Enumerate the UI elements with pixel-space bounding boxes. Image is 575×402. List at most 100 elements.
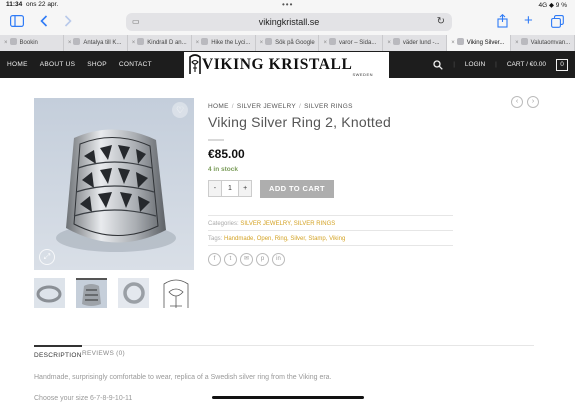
email-icon[interactable]: ✉: [240, 253, 253, 266]
favicon-icon: [137, 38, 145, 45]
thumbnail-3[interactable]: [118, 278, 149, 308]
browser-tab[interactable]: × Hike the Lyci...: [192, 35, 256, 51]
ios-status-bar: 11:34 ons 22 apr. ••• 4G ◆ 9 %: [0, 0, 575, 9]
browser-toolbar: ▭ vikingkristall.se ↻ +: [0, 9, 575, 35]
close-tab-icon[interactable]: ×: [515, 40, 519, 46]
tags-links[interactable]: Handmade, Open, Ring, Silver, Stamp, Vik…: [224, 236, 345, 242]
site-header: HOME ABOUT US SHOP CONTACT VIKING KRISTA…: [0, 51, 575, 78]
share-icon[interactable]: [497, 13, 508, 30]
product-nav: ‹ ›: [511, 96, 539, 108]
facebook-icon[interactable]: f: [208, 253, 221, 266]
multitasking-dots-icon[interactable]: •••: [282, 0, 293, 9]
close-tab-icon[interactable]: ×: [68, 40, 72, 46]
prev-product-icon[interactable]: ‹: [511, 96, 523, 108]
browser-tab-label: Hike the Lyci...: [211, 40, 251, 46]
wishlist-heart-icon[interactable]: ♡: [172, 102, 188, 118]
site-logo[interactable]: VIKING KRISTALL SWEDEN: [184, 52, 389, 78]
sidebar-toggle-icon[interactable]: [10, 15, 25, 29]
thumbnail-4[interactable]: [160, 278, 192, 308]
favicon-icon: [265, 38, 273, 45]
browser-tab-label: Sök på Google: [275, 40, 315, 46]
tab-description[interactable]: DESCRIPTION: [34, 345, 82, 359]
product-tags: Tags: Handmade, Open, Ring, Silver, Stam…: [208, 236, 345, 242]
favicon-icon: [392, 38, 400, 45]
url-text: vikingkristall.se: [258, 17, 320, 27]
browser-tabs: × Bookin × Antalya till K... × Kindrall D an.…: [0, 35, 575, 51]
menu-contact[interactable]: CONTACT: [119, 61, 152, 68]
quantity-stepper: - 1 +: [208, 180, 252, 197]
close-tab-icon[interactable]: ×: [4, 40, 8, 46]
ring-thumb-photo: [118, 278, 149, 308]
meta-divider-mid: [208, 230, 453, 231]
breadcrumb-silver-jewelry[interactable]: SILVER JEWELRY: [237, 103, 296, 110]
search-icon[interactable]: [433, 59, 443, 70]
menu-shop[interactable]: SHOP: [87, 61, 107, 68]
back-icon[interactable]: [40, 15, 48, 29]
quantity-plus-button[interactable]: +: [239, 181, 251, 196]
browser-tab[interactable]: × Antalya till K...: [64, 35, 128, 51]
tab-reviews[interactable]: REVIEWS (0): [82, 350, 125, 357]
close-tab-icon[interactable]: ×: [387, 40, 391, 46]
browser-tab[interactable]: × Valutaomvan...: [511, 35, 575, 51]
header-right: | LOGIN | CART / €0.00 0: [433, 51, 568, 78]
favicon-icon: [328, 38, 336, 45]
share-buttons: f t ✉ p in: [208, 253, 285, 266]
product-categories: Categories: SILVER JEWELRY, SILVER RINGS: [208, 221, 335, 227]
zoom-icon[interactable]: ⤢: [39, 249, 55, 265]
thumbnail-strip: [34, 278, 192, 308]
quantity-input[interactable]: 1: [220, 181, 240, 196]
favicon-icon: [9, 38, 17, 45]
browser-tab[interactable]: × Viking Silver...: [447, 35, 512, 51]
product-main-image[interactable]: ♡ ⤢: [34, 98, 194, 270]
browser-tab[interactable]: × Sök på Google: [256, 35, 320, 51]
browser-tab-label: Bookin: [19, 40, 38, 46]
ring-sketch-thumb: [163, 279, 189, 308]
title-divider: [208, 139, 224, 141]
close-tab-icon[interactable]: ×: [196, 40, 200, 46]
quantity-minus-button[interactable]: -: [209, 181, 221, 196]
breadcrumb-silver-rings[interactable]: SILVER RINGS: [304, 103, 353, 110]
close-tab-icon[interactable]: ×: [260, 40, 264, 46]
browser-tab[interactable]: × väder lund -...: [383, 35, 448, 51]
categories-label: Categories:: [208, 221, 239, 227]
meta-divider-top: [208, 215, 453, 216]
address-bar[interactable]: ▭ vikingkristall.se ↻: [126, 13, 452, 31]
linkedin-icon[interactable]: in: [272, 253, 285, 266]
add-to-cart-button[interactable]: ADD TO CART: [260, 180, 334, 198]
forward-icon[interactable]: [64, 15, 72, 29]
description-text: Handmade, surprisingly comfortable to we…: [34, 374, 332, 381]
browser-tab-label: Valutaomvan...: [530, 40, 571, 46]
home-indicator[interactable]: [212, 396, 364, 399]
next-product-icon[interactable]: ›: [527, 96, 539, 108]
new-tab-icon[interactable]: +: [524, 13, 533, 28]
main-menu: HOME ABOUT US SHOP CONTACT: [7, 51, 152, 78]
pinterest-icon[interactable]: p: [256, 253, 269, 266]
browser-tab[interactable]: × Kindrall D an...: [128, 35, 192, 51]
close-tab-icon[interactable]: ×: [132, 40, 136, 46]
login-link[interactable]: LOGIN: [465, 61, 485, 68]
thumbnail-2[interactable]: [76, 278, 107, 308]
meta-divider-bottom: [208, 245, 453, 246]
browser-tab-label: Viking Silver...: [466, 40, 505, 46]
favicon-icon: [520, 38, 528, 45]
cart-count-badge[interactable]: 0: [556, 58, 568, 71]
close-tab-icon[interactable]: ×: [323, 40, 327, 46]
browser-tab-label: varor – Sida...: [338, 40, 377, 46]
reload-icon[interactable]: ↻: [437, 13, 445, 31]
reader-icon[interactable]: ▭: [132, 13, 140, 31]
thumbnail-1[interactable]: [34, 278, 65, 308]
ring-photo: [34, 98, 194, 270]
menu-home[interactable]: HOME: [7, 61, 28, 68]
twitter-icon[interactable]: t: [224, 253, 237, 266]
favicon-icon: [201, 38, 209, 45]
browser-tab[interactable]: × varor – Sida...: [319, 35, 384, 51]
menu-about-us[interactable]: ABOUT US: [40, 61, 76, 68]
categories-links[interactable]: SILVER JEWELRY, SILVER RINGS: [240, 221, 335, 227]
tabs-overview-icon[interactable]: [551, 15, 564, 30]
description-size-text: Choose your size 6-7-8-9-10-11: [34, 395, 133, 402]
breadcrumb-home[interactable]: HOME: [208, 103, 229, 110]
breadcrumb: HOME / SILVER JEWELRY / SILVER RINGS: [208, 103, 353, 110]
browser-tab[interactable]: × Bookin: [0, 35, 64, 51]
cart-link[interactable]: CART / €0.00: [507, 61, 546, 68]
close-tab-icon[interactable]: ×: [451, 40, 455, 46]
